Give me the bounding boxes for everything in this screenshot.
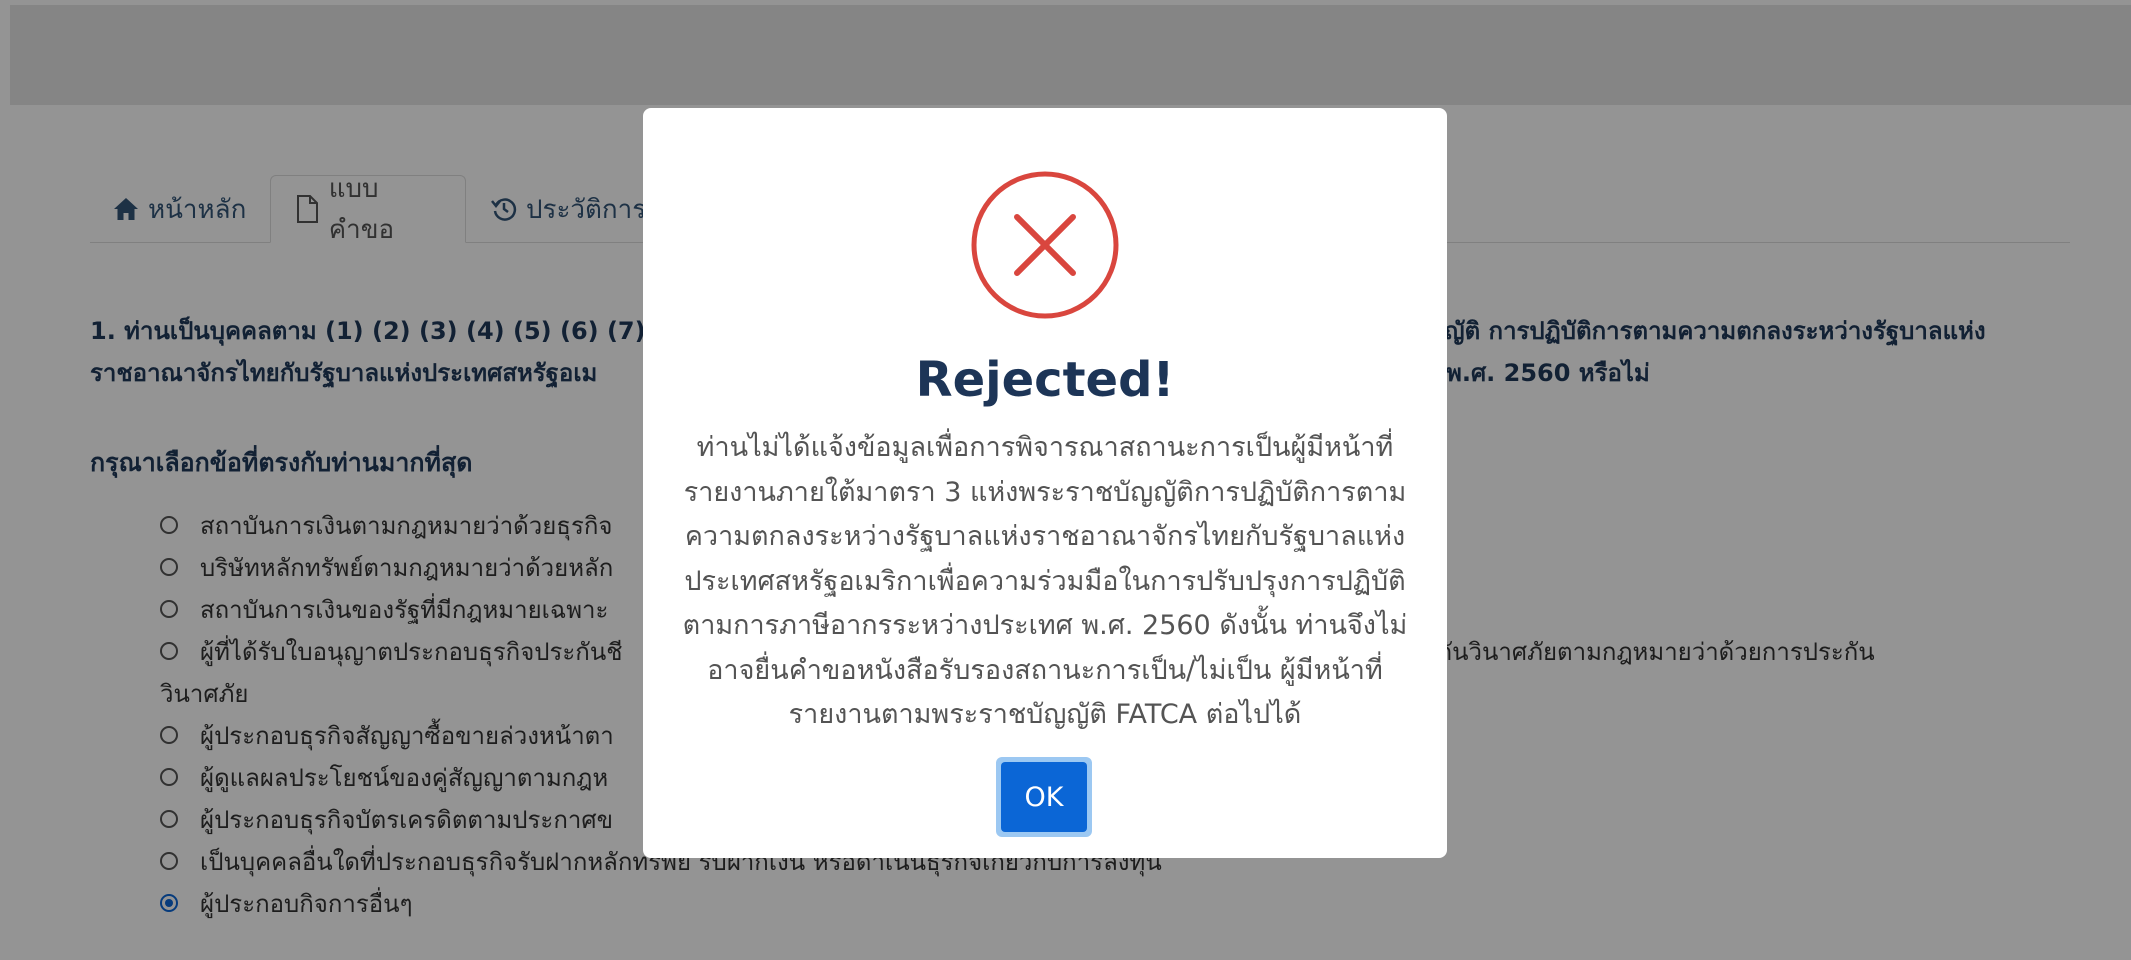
dialog-message-line: อาจยื่นคำขอหนังสือรับรองสถานะการเป็น/ไม่… xyxy=(707,654,1383,686)
ok-button-focus-ring: OK xyxy=(996,757,1092,837)
error-x-icon xyxy=(970,170,1120,320)
dialog-message-line: ท่านไม่ได้แจ้งข้อมูลเพื่อการพิจารณาสถานะ… xyxy=(696,432,1394,463)
rejected-dialog: Rejected! ท่านไม่ได้แจ้งข้อมูลเพื่อการพิ… xyxy=(643,108,1447,858)
dialog-title: Rejected! xyxy=(915,352,1175,408)
dialog-message-line: รายงานภายใต้มาตรา 3 แห่งพระราชบัญญัติการ… xyxy=(683,476,1407,508)
dialog-message-line: ตามการภาษีอากรระหว่างประเทศ พ.ศ. 2560 ดั… xyxy=(682,610,1408,641)
ok-button[interactable]: OK xyxy=(1001,762,1087,832)
dialog-message-line: ประเทศสหรัฐอเมริกาเพื่อความร่วมมือในการป… xyxy=(684,565,1406,597)
dialog-message-line: ความตกลงระหว่างรัฐบาลแห่งราชอาณาจักรไทยก… xyxy=(684,521,1406,552)
dialog-message: ท่านไม่ได้แจ้งข้อมูลเพื่อการพิจารณาสถานะ… xyxy=(673,426,1417,738)
dialog-message-line: รายงานตามพระราชบัญญัติ FATCA ต่อไปได้ xyxy=(788,699,1302,730)
